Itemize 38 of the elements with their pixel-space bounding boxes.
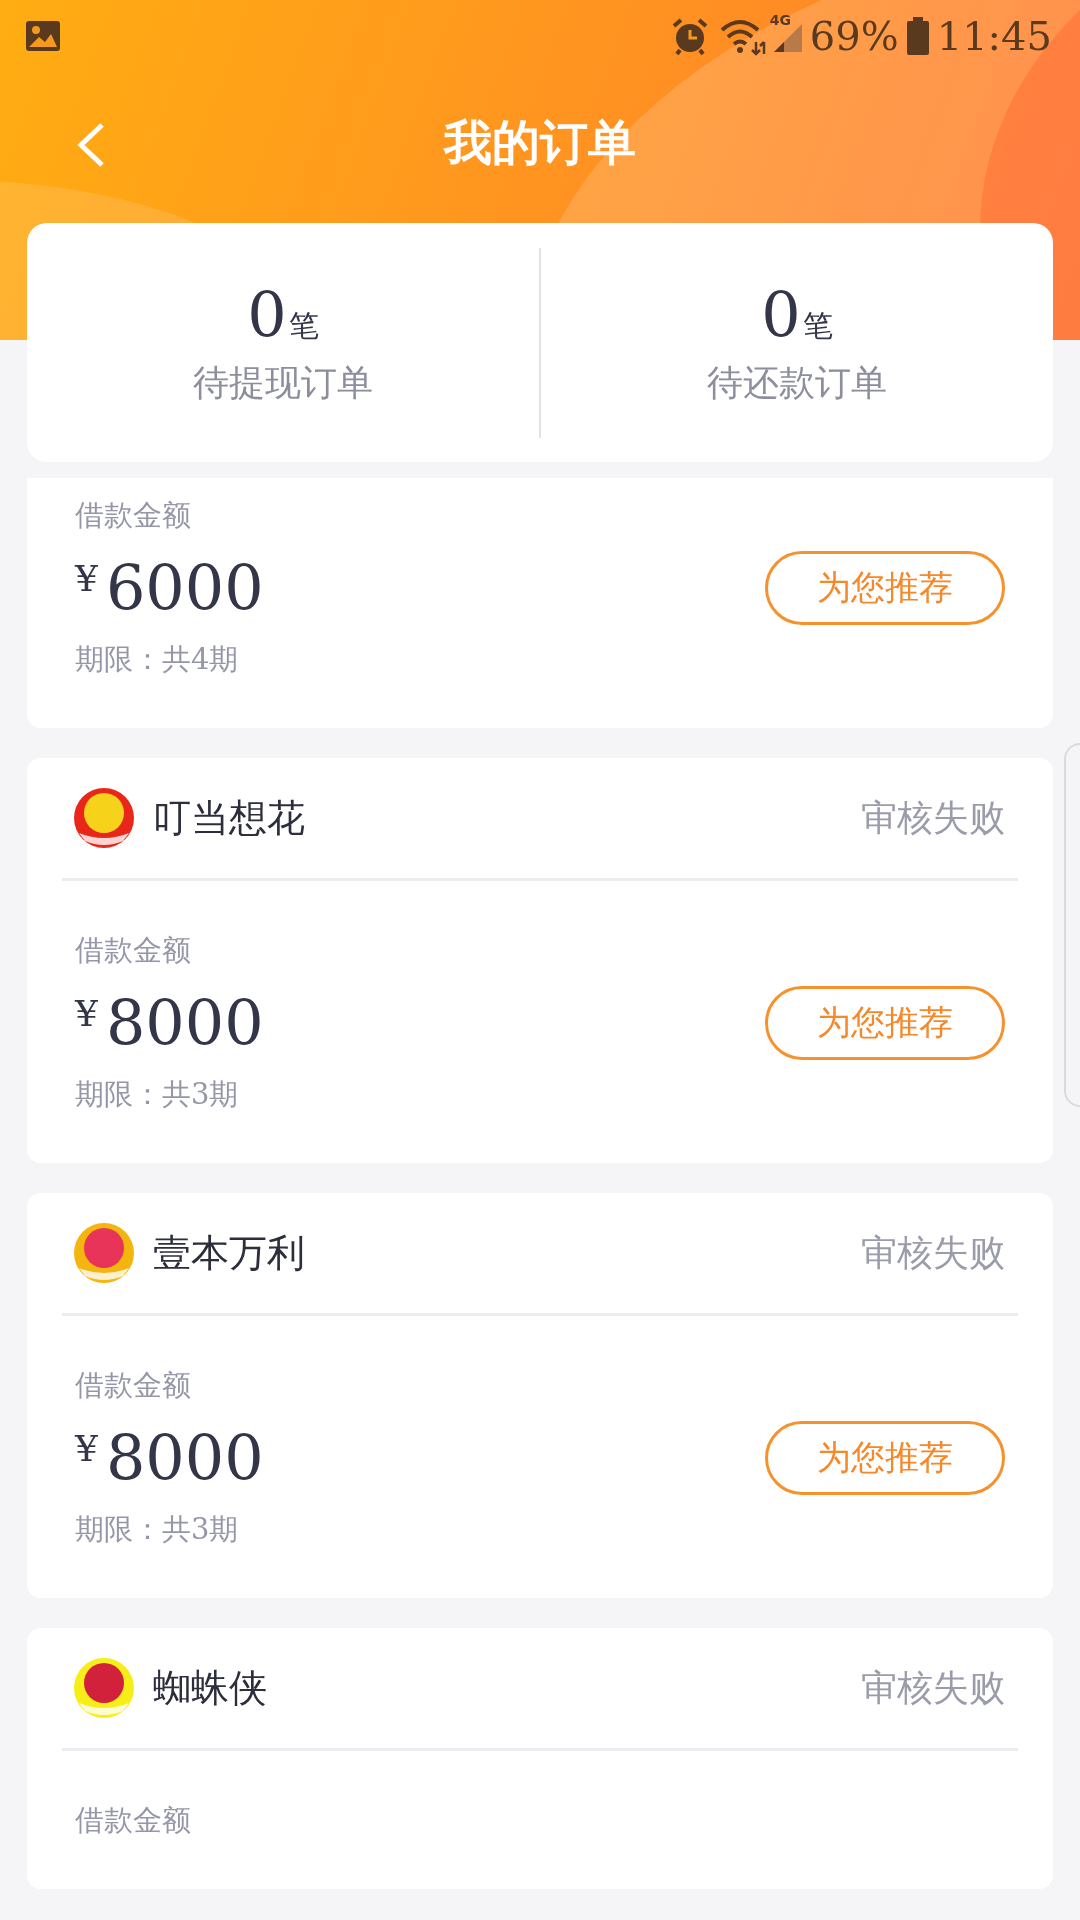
loan-term: 期限：共3期 xyxy=(75,1511,240,1548)
battery-percent: 69% xyxy=(809,13,899,59)
loan-term: 期限：共3期 xyxy=(75,1076,240,1113)
currency-symbol: ¥ xyxy=(75,558,98,599)
page-title: 我的订单 xyxy=(444,113,636,172)
currency-symbol: ¥ xyxy=(75,1428,98,1469)
recommend-button[interactable]: 为您推荐 xyxy=(765,1421,1005,1495)
network-type: 4G xyxy=(769,12,792,28)
lender-name: 壹本万利 xyxy=(153,1229,305,1277)
order-status: 审核失败 xyxy=(861,1665,1005,1710)
recommend-button[interactable]: 为您推荐 xyxy=(765,551,1005,625)
currency-symbol: ¥ xyxy=(75,993,98,1034)
order-count: 0 xyxy=(761,277,801,351)
order-category[interactable]: 待提现订单 xyxy=(193,358,373,408)
logo-icon xyxy=(73,787,135,849)
order-count: 0 xyxy=(247,277,287,351)
lender-name: 蜘蛛侠 xyxy=(153,1664,267,1712)
loan-amount: 8000 xyxy=(105,985,264,1061)
battery-icon xyxy=(906,17,929,55)
lender-name: 叮当想花 xyxy=(153,794,305,842)
loan-amount: 6000 xyxy=(105,550,264,626)
loan-term: 期限：共4期 xyxy=(75,641,240,678)
amount-label: 借款金额 xyxy=(75,932,192,969)
back-icon[interactable] xyxy=(76,122,106,168)
clock: 11:45 xyxy=(936,13,1052,59)
count-unit: 笔 xyxy=(802,306,833,345)
amount-label: 借款金额 xyxy=(75,1802,191,1839)
logo-icon xyxy=(73,1222,135,1284)
amount-label: 借款金额 xyxy=(75,1367,192,1404)
order-category[interactable]: 待还款订单 xyxy=(707,358,887,408)
loan-amount: 8000 xyxy=(105,1420,264,1496)
order-status: 审核失败 xyxy=(861,795,1005,840)
logo-icon xyxy=(73,1657,135,1719)
recommend-button[interactable]: 为您推荐 xyxy=(765,986,1005,1060)
count-unit: 笔 xyxy=(288,306,319,345)
image-icon xyxy=(24,19,62,53)
order-status: 审核失败 xyxy=(861,1230,1005,1275)
amount-label: 借款金额 xyxy=(75,497,192,534)
